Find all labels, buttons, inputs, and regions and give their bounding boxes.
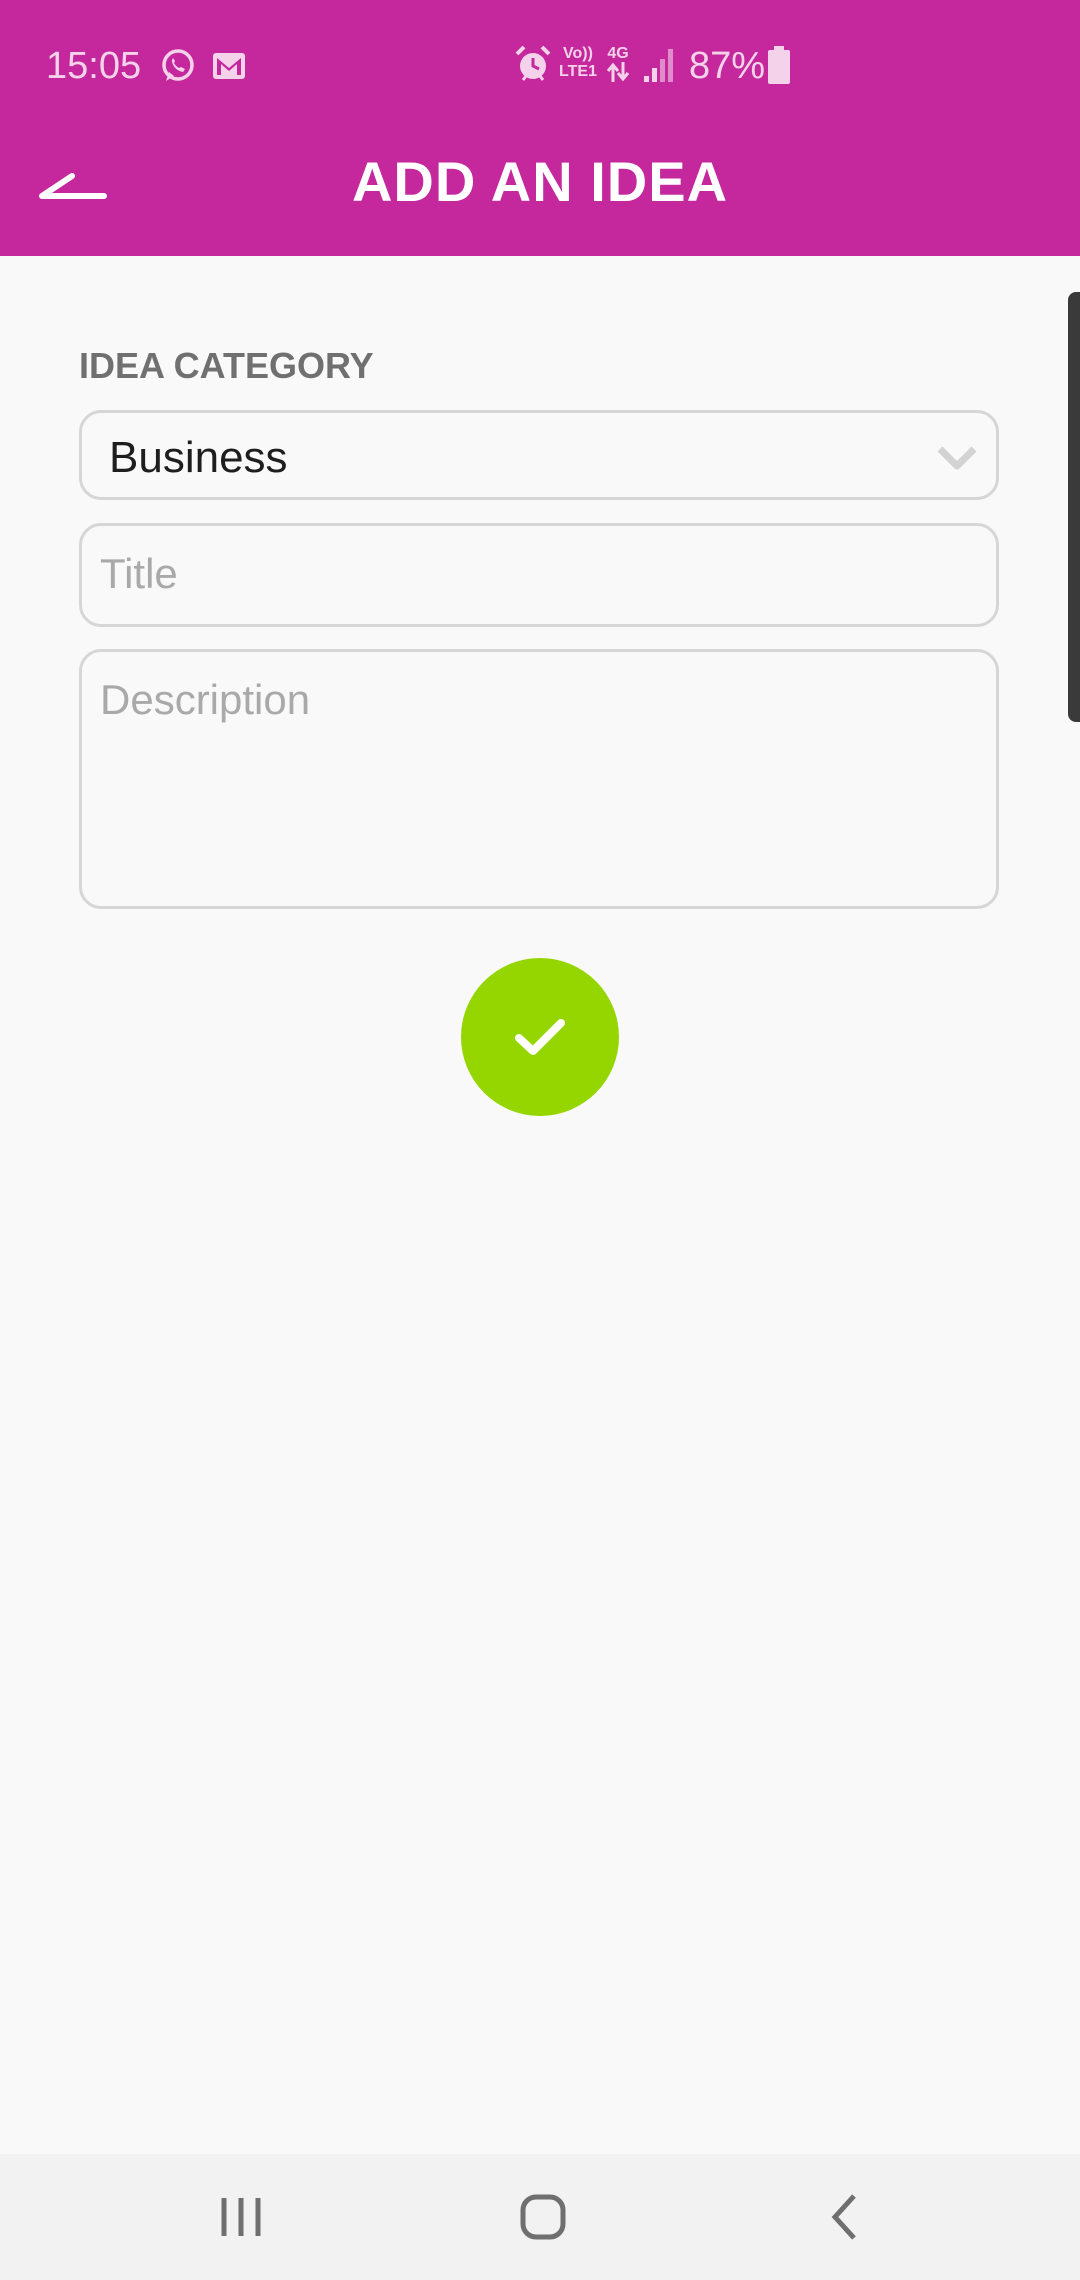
back-icon [831, 2194, 856, 2240]
description-placeholder: Description [100, 676, 311, 723]
description-input[interactable]: Description [79, 649, 999, 909]
home-button[interactable] [508, 2184, 578, 2250]
signal-icon [644, 49, 673, 82]
network-type: 4G [607, 45, 629, 62]
idea-category-select[interactable]: Business [79, 410, 999, 500]
recent-apps-button[interactable] [206, 2184, 276, 2250]
status-bar: 15:05 Vo)) LTE1 4G 87% [0, 0, 1080, 132]
alarm-icon [515, 45, 551, 81]
data-arrows-icon [606, 62, 630, 82]
gmail-icon [213, 53, 245, 79]
check-icon [515, 1019, 565, 1055]
scroll-indicator[interactable] [1068, 292, 1080, 722]
idea-category-value: Business [109, 433, 288, 482]
battery-percent: 87% [689, 45, 766, 87]
page-title: ADD AN IDEA [351, 150, 729, 213]
title-input[interactable]: Title [79, 523, 999, 627]
system-navigation-bar [0, 2154, 1080, 2280]
lte-indicator: LTE1 [559, 63, 597, 80]
whatsapp-icon [162, 49, 194, 81]
chevron-down-icon [937, 446, 977, 470]
status-time: 15:05 [46, 45, 142, 87]
volte-indicator: Vo)) [563, 45, 593, 62]
home-icon [520, 2194, 566, 2240]
idea-category-label: IDEA CATEGORY [79, 345, 374, 386]
title-placeholder: Title [100, 550, 178, 597]
app-header: 15:05 Vo)) LTE1 4G 87% ADD AN IDEA [0, 0, 1080, 256]
battery-icon [768, 46, 790, 84]
recent-apps-icon [221, 2198, 261, 2236]
submit-idea-button[interactable] [461, 958, 619, 1116]
nav-back-button[interactable] [810, 2184, 880, 2250]
